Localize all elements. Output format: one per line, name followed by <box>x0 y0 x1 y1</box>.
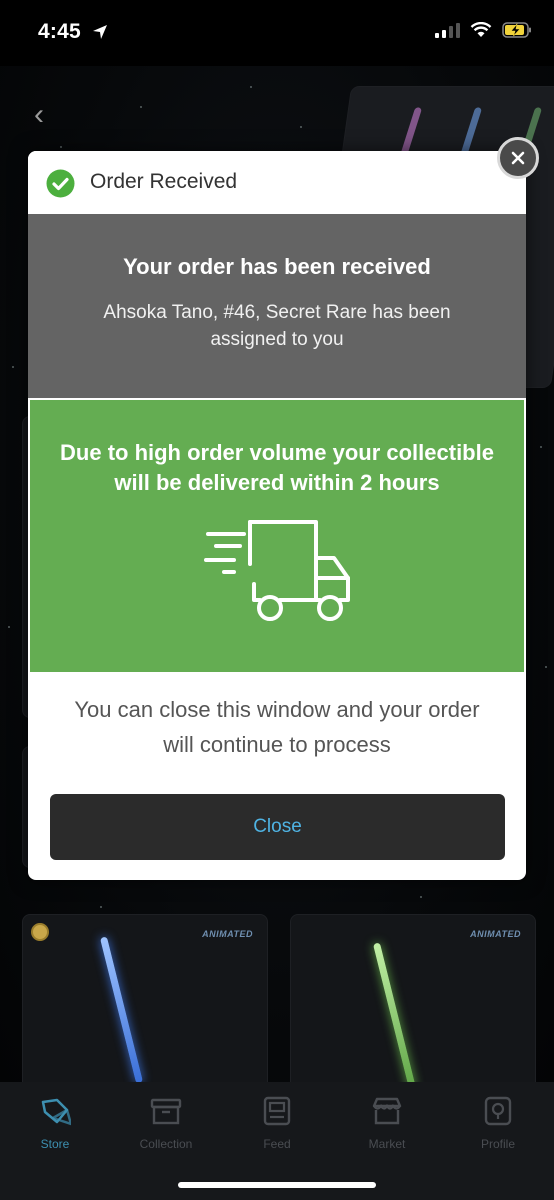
tab-label: Collection <box>139 1137 193 1151</box>
confirmation-heading: Your order has been received <box>123 254 431 279</box>
back-chevron-icon[interactable]: ‹ <box>34 100 44 130</box>
home-indicator[interactable] <box>178 1182 376 1188</box>
dialog-header: Order Received <box>28 151 526 214</box>
x-icon <box>511 151 525 165</box>
background-processing-note: You can close this window and your order… <box>74 697 480 757</box>
tab-feed[interactable]: Feed <box>232 1096 322 1151</box>
profile-icon <box>484 1096 512 1126</box>
tab-label: Profile <box>480 1137 515 1151</box>
tab-label: Feed <box>263 1137 291 1151</box>
close-button[interactable]: Close <box>50 794 505 860</box>
storefront-icon <box>372 1097 402 1125</box>
tab-store[interactable]: Store <box>10 1096 100 1151</box>
tag-icon <box>41 1098 73 1126</box>
tab-collection[interactable]: Collection <box>121 1096 211 1151</box>
assigned-collectible-text: Ahsoka Tano, #46, Secret Rare has been a… <box>103 302 451 350</box>
order-confirmation-section: Your order has been received Ahsoka Tano… <box>28 214 526 398</box>
order-received-dialog: Order Received Your order has been recei… <box>28 151 526 880</box>
dialog-title: Order Received <box>90 170 238 193</box>
status-bar: 4:45 <box>0 0 554 66</box>
feed-icon <box>263 1096 291 1126</box>
location-arrow-icon <box>93 25 107 39</box>
product-card[interactable]: ANIMATED <box>22 914 268 1082</box>
product-card[interactable]: ANIMATED <box>290 914 536 1082</box>
tab-label: Store <box>40 1137 70 1151</box>
delivery-truck-icon <box>204 520 350 621</box>
animated-badge: ANIMATED <box>470 929 521 939</box>
tab-profile[interactable]: Profile <box>453 1096 543 1151</box>
check-circle-icon <box>46 169 75 198</box>
tab-label: Market <box>368 1137 406 1151</box>
medal-icon <box>31 923 49 941</box>
cellular-signal-icon <box>435 22 460 38</box>
tab-market[interactable]: Market <box>342 1096 432 1151</box>
status-icons <box>435 22 532 38</box>
wifi-icon <box>470 22 492 37</box>
delivery-notice-text: Due to high order volume your collectibl… <box>60 440 494 495</box>
archive-box-icon <box>150 1098 182 1125</box>
close-dialog-icon[interactable] <box>497 137 539 179</box>
status-time: 4:45 <box>38 20 81 43</box>
battery-charging-icon <box>502 22 531 38</box>
delivery-notice-section: Due to high order volume your collectibl… <box>30 400 524 672</box>
animated-badge: ANIMATED <box>202 929 253 939</box>
